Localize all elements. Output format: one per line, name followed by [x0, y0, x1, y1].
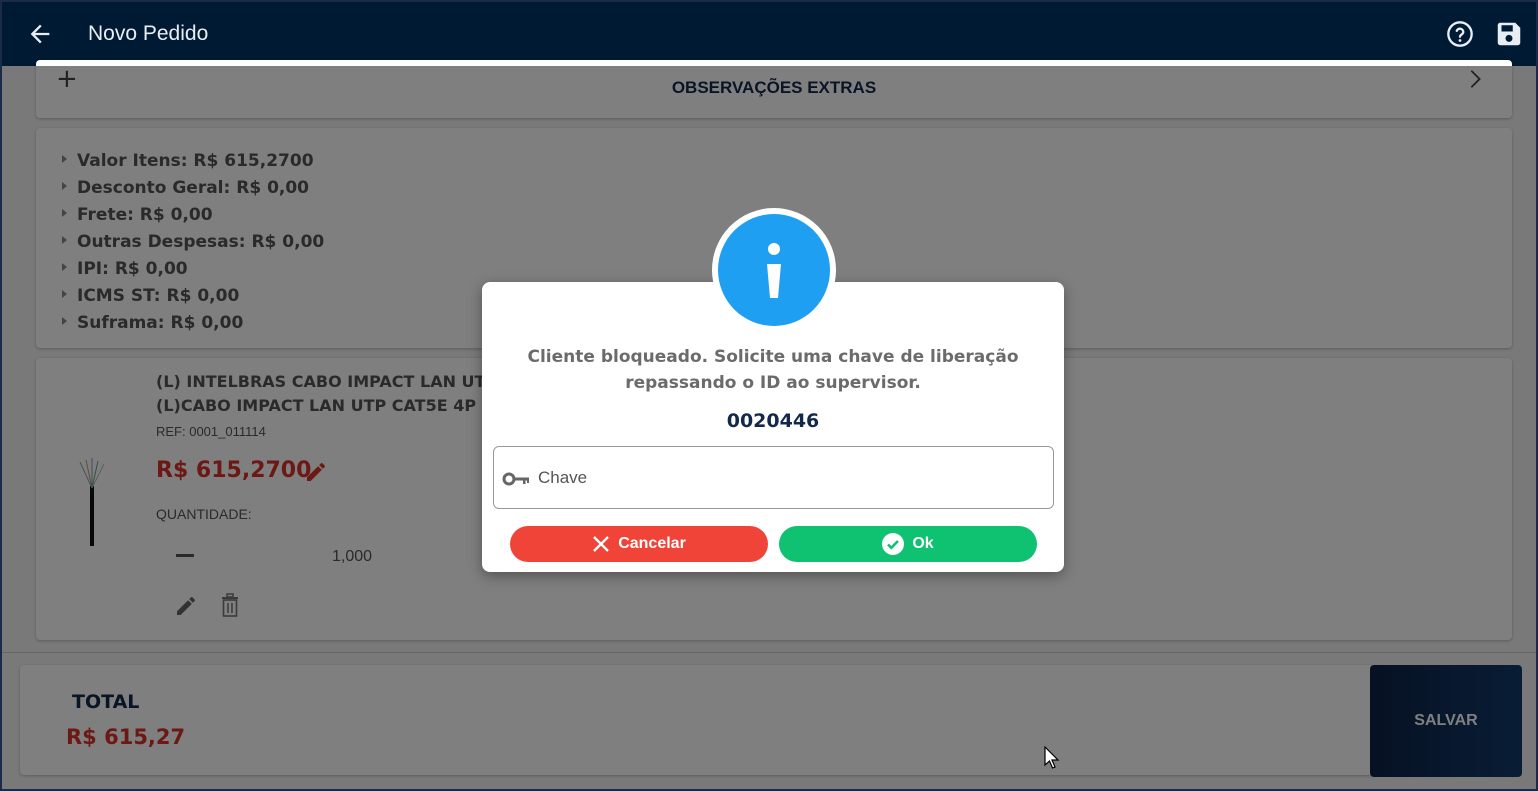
mouse-cursor-icon: [1044, 746, 1060, 769]
top-app-bar: Novo Pedido: [2, 2, 1536, 66]
info-icon: [718, 214, 830, 326]
check-circle-icon: [882, 533, 905, 555]
help-circle-icon[interactable]: [1446, 20, 1474, 48]
floppy-disk-icon[interactable]: [1494, 19, 1524, 49]
chave-field[interactable]: [493, 446, 1054, 509]
ok-button[interactable]: Ok: [779, 526, 1037, 562]
chave-input[interactable]: [538, 463, 1038, 493]
dialog-message: Cliente bloqueado. Solicite uma chave de…: [527, 347, 1019, 393]
page-title: Novo Pedido: [88, 22, 209, 45]
key-icon: [502, 472, 529, 486]
app-window: Novo Pedido + OBSERVAÇÕES EXTRAS Valor I…: [0, 0, 1538, 791]
arrow-left-icon[interactable]: [26, 20, 54, 48]
client-id: 0020446: [726, 410, 820, 432]
cancel-button[interactable]: Cancelar: [510, 526, 768, 562]
close-icon: [593, 536, 610, 552]
